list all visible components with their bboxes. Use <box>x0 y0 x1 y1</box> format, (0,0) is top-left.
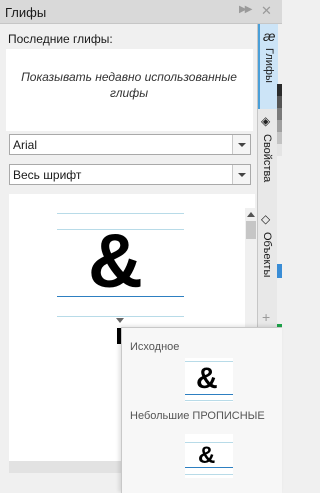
variant-small-caps-label: Небольшие ПРОПИСНЫЕ <box>130 410 265 422</box>
tab-glyphs-label: Глифы <box>263 48 275 83</box>
guide-line <box>185 474 233 475</box>
variant-original-glyph: & <box>196 362 218 395</box>
glyph-variants-arrow-icon[interactable] <box>116 318 124 323</box>
swatch-2[interactable] <box>277 108 282 120</box>
selected-glyph[interactable]: & <box>88 224 143 300</box>
swatch-6[interactable] <box>277 264 282 278</box>
glyph-range-value: Весь шрифт <box>13 168 82 182</box>
recent-glyphs-hint: Показывать недавно использованные глифы <box>21 70 237 100</box>
variant-small-caps-glyph: & <box>198 442 216 469</box>
swatch-1[interactable] <box>277 96 282 108</box>
chevron-down-icon[interactable] <box>232 165 250 184</box>
scroll-thumb[interactable] <box>246 221 256 239</box>
tab-properties[interactable]: ◈ Свойства <box>258 112 278 208</box>
guide-line-descender <box>57 316 184 317</box>
recent-glyphs-area[interactable]: Показывать недавно использованные глифы <box>6 49 253 131</box>
collapse-panel-icon[interactable]: ▶▶ <box>239 4 252 15</box>
font-select[interactable]: Arial <box>9 134 251 155</box>
guide-line <box>185 400 233 401</box>
chevron-down-icon[interactable] <box>232 135 250 154</box>
scroll-up-icon[interactable] <box>247 212 255 217</box>
swatch-0[interactable] <box>277 84 282 96</box>
add-docker-icon[interactable]: + <box>262 309 270 325</box>
tab-objects[interactable]: ◇ Объекты <box>258 210 278 300</box>
layers-icon: ◇ <box>261 212 271 226</box>
variant-small-caps-card[interactable]: & <box>185 434 233 478</box>
guide-line-top <box>57 213 184 214</box>
tab-properties-label: Свойства <box>261 134 273 183</box>
glyph-range-select[interactable]: Весь шрифт <box>9 164 251 185</box>
properties-icon: ◈ <box>261 114 271 128</box>
glyph-variants-popup: Исходное & Небольшие ПРОПИСНЫЕ & <box>121 327 282 493</box>
swatch-3[interactable] <box>277 120 282 132</box>
panel-title-bar: Глифы ▶▶ ✕ <box>0 0 282 24</box>
recent-glyphs-label: Последние глифы: <box>8 32 113 46</box>
tab-objects-label: Объекты <box>261 232 273 278</box>
swatch-5[interactable] <box>277 144 282 156</box>
panel-title: Глифы <box>5 5 47 20</box>
close-icon[interactable]: ✕ <box>261 3 272 19</box>
tab-glyphs[interactable]: æ Глифы <box>258 24 278 109</box>
font-select-value: Arial <box>13 138 38 152</box>
variant-original-label: Исходное <box>130 341 180 353</box>
swatch-4[interactable] <box>277 132 282 144</box>
glyphs-icon: æ <box>263 28 276 44</box>
variant-original-card[interactable]: & <box>185 358 233 402</box>
